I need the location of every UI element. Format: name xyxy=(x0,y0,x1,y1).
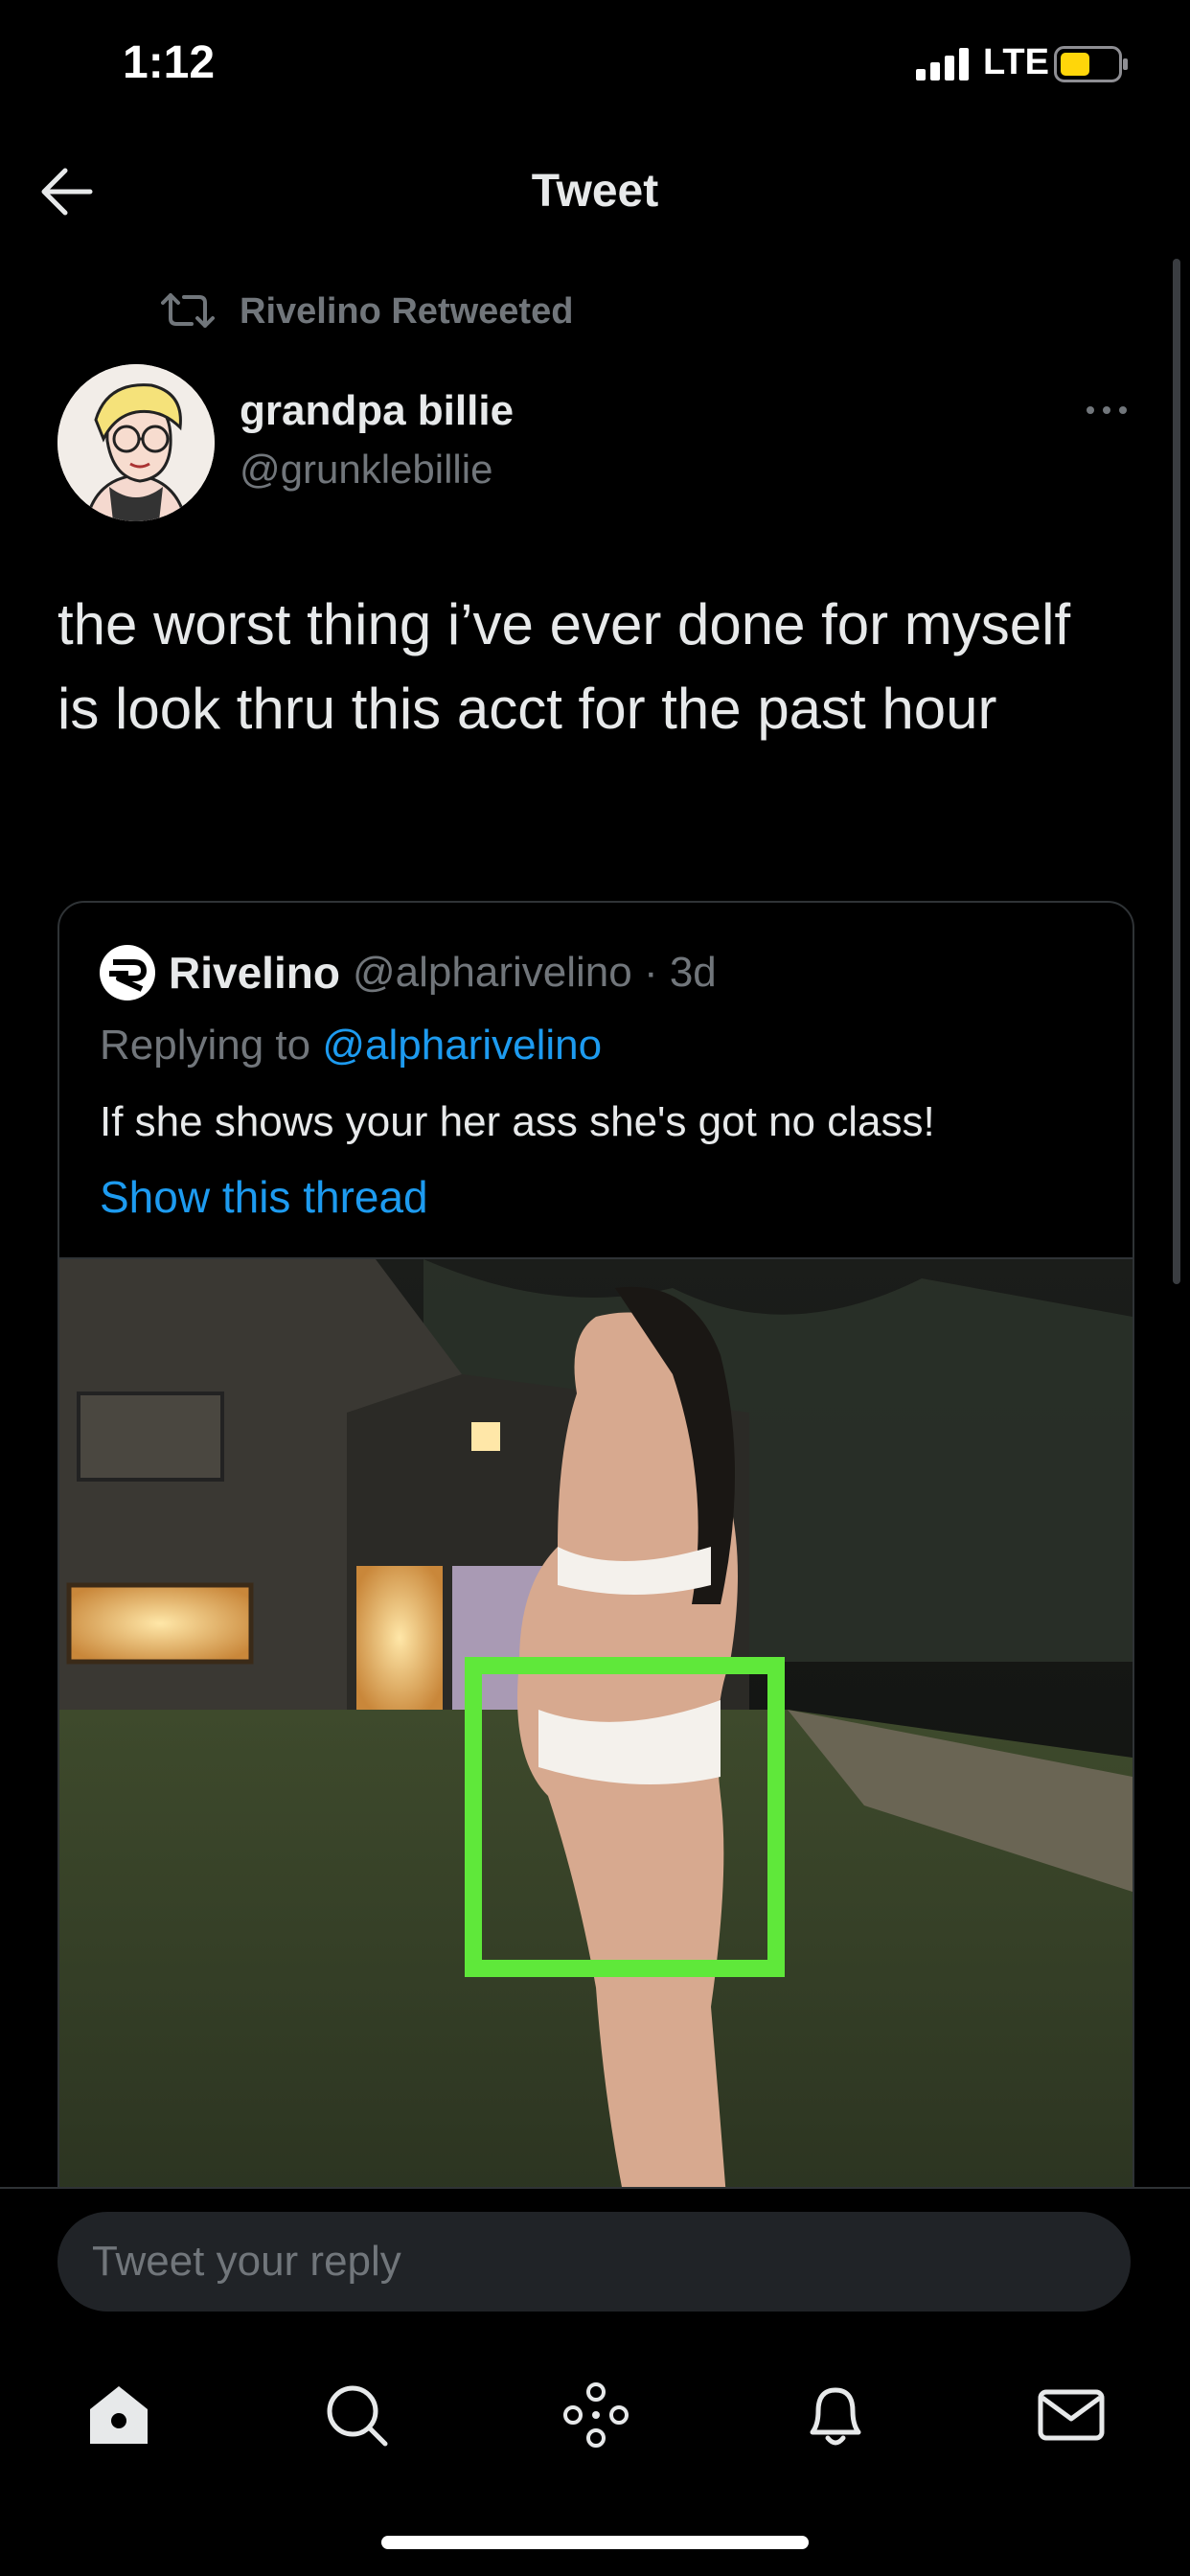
quoted-tweet-text: If she shows your her ass she's got no c… xyxy=(100,1098,935,1145)
reply-bar xyxy=(0,2187,1190,2313)
search-icon[interactable] xyxy=(318,2377,395,2453)
r-logo-icon xyxy=(109,959,147,992)
quoted-avatar[interactable] xyxy=(100,945,155,1000)
quoted-photo[interactable] xyxy=(59,1257,1133,2246)
home-indicator[interactable] xyxy=(381,2536,809,2549)
more-options-icon[interactable] xyxy=(1083,391,1131,429)
quoted-author-name[interactable]: Rivelino xyxy=(169,947,340,999)
quoted-author-meta: @alpharivelino · 3d xyxy=(353,949,717,996)
home-icon[interactable] xyxy=(80,2377,157,2453)
retweet-icon xyxy=(161,293,215,328)
bottom-tab-bar xyxy=(0,2338,1190,2482)
retweet-label: Rivelino Retweeted xyxy=(240,291,574,332)
network-type: LTE xyxy=(983,42,1049,82)
spaces-icon[interactable] xyxy=(558,2377,634,2453)
signal-icon xyxy=(916,48,969,80)
scrollbar[interactable] xyxy=(1173,259,1180,1284)
top-nav-bar: Tweet xyxy=(0,144,1190,240)
status-time: 1:12 xyxy=(123,37,216,88)
replying-to-prefix: Replying to xyxy=(100,1022,323,1069)
show-thread-link[interactable]: Show this thread xyxy=(100,1171,428,1223)
avatar[interactable] xyxy=(57,364,215,521)
author-handle[interactable]: @grunklebillie xyxy=(240,447,492,493)
battery-icon xyxy=(1054,46,1128,82)
notifications-icon[interactable] xyxy=(797,2377,874,2453)
page-title: Tweet xyxy=(531,166,659,217)
reply-input[interactable] xyxy=(57,2212,1131,2312)
avatar-illustration xyxy=(57,364,215,521)
replying-to-mention[interactable]: @alpharivelino xyxy=(322,1022,602,1069)
tweet-text: the worst thing i’ve ever done for mysel… xyxy=(57,592,1071,741)
replying-to-line: Replying to @alpharivelino xyxy=(100,1022,602,1070)
messages-icon[interactable] xyxy=(1033,2377,1110,2453)
status-bar: 1:12 LTE xyxy=(0,0,1190,125)
quoted-tweet[interactable]: Rivelino @alpharivelino · 3d Replying to… xyxy=(57,901,1134,2246)
author-name[interactable]: grandpa billie xyxy=(240,387,514,435)
